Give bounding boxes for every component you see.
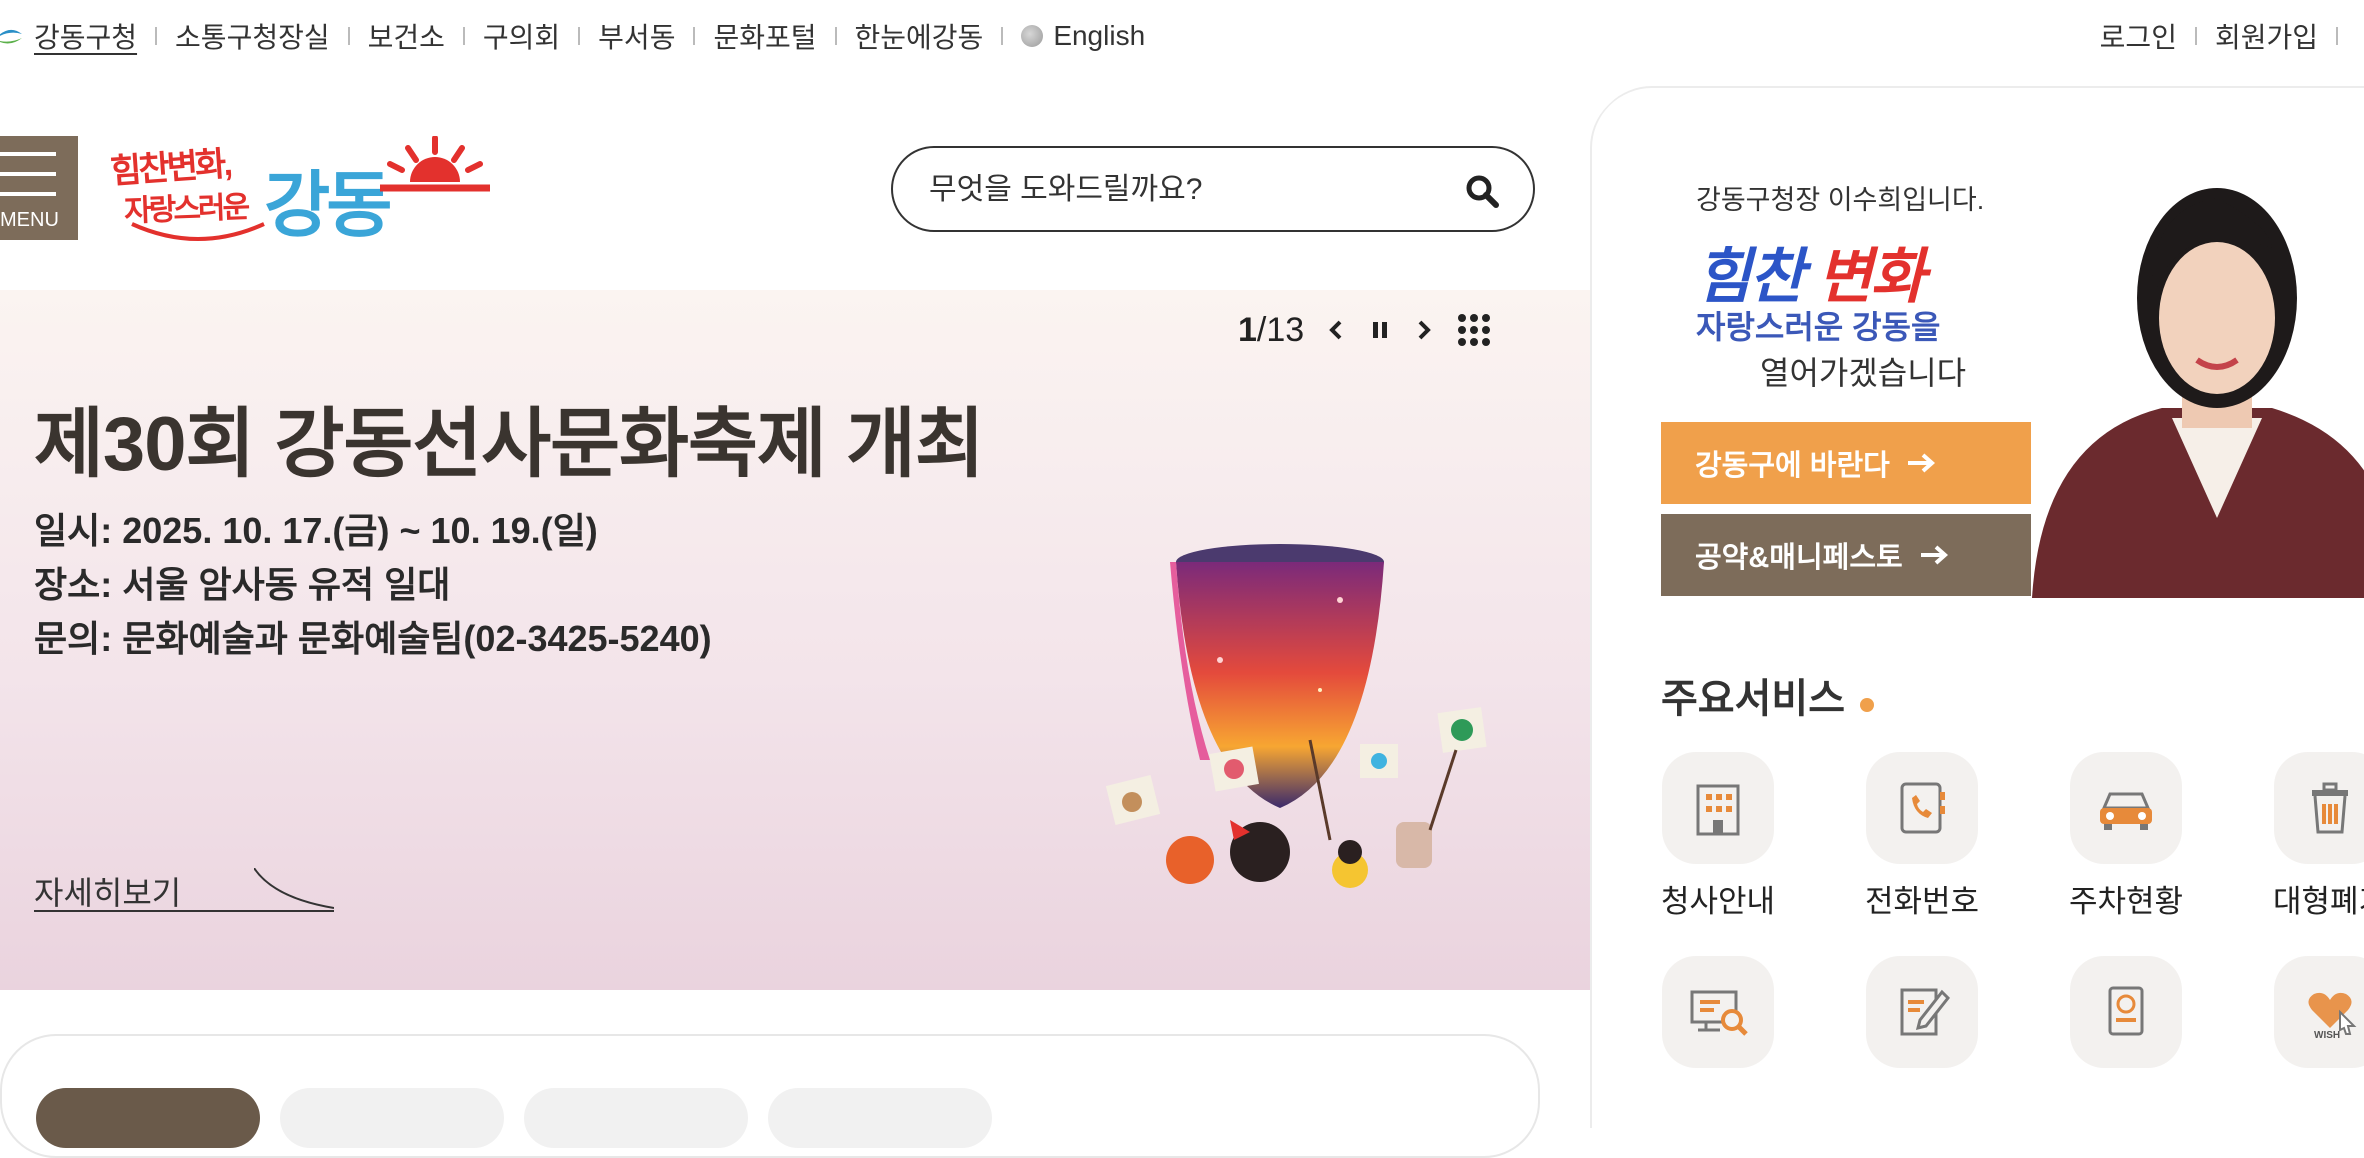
slide-current: 1 — [1238, 310, 1257, 349]
wish-button-label: 강동구에 바란다 — [1695, 450, 1890, 482]
nav-english[interactable]: English — [1021, 20, 1145, 52]
wish-to-gangdong-button[interactable]: 강동구에 바란다 — [1661, 422, 2031, 504]
hamburger-icon — [0, 152, 56, 156]
logo-smile-icon — [131, 222, 265, 241]
hero-place: 장소: 서울 암사동 유적 일대 — [34, 564, 451, 605]
document-edit-icon — [1866, 956, 1978, 1068]
nav-culture-portal[interactable]: 문화포털 — [713, 16, 816, 56]
nav-council[interactable]: 구의회 — [483, 16, 560, 56]
service-bulky-waste[interactable]: 대형폐기 — [2245, 752, 2364, 921]
hamburger-icon-bar — [0, 172, 56, 176]
separator — [462, 27, 465, 45]
mayor-panel: 강동구청장 이수희입니다. 힘찬 변화 자랑스러운 강동을 열어가겠습니다 강동… — [1592, 88, 2364, 1128]
utility-nav: 강동구청 소통구청장실 보건소 구의회 부서동 문화포털 한눈에강동 Engli… — [0, 0, 1145, 72]
nav-mayor-office[interactable]: 소통구청장실 — [175, 16, 330, 56]
menu-button[interactable]: MENU — [0, 136, 78, 240]
slogan-line-2: 자랑스러운 강동을 — [1696, 309, 1941, 345]
more-link-label: 자세히보기 — [34, 875, 182, 911]
swoosh-arrow-icon — [254, 868, 334, 909]
pause-slide-button[interactable] — [1362, 312, 1398, 348]
globe-icon — [1021, 25, 1044, 47]
nav-english-label: English — [1053, 20, 1146, 51]
nav-at-a-glance[interactable]: 한눈에강동 — [855, 16, 984, 56]
gangdong-logo-mark-icon — [0, 24, 24, 48]
service-building[interactable]: 청사안내 — [1633, 752, 1803, 921]
chevron-left-icon — [1329, 320, 1342, 340]
more-link[interactable]: 자세히보기 — [34, 868, 338, 912]
service-phone[interactable]: 전화번호 — [1837, 752, 2007, 921]
trash-bin-icon — [2274, 752, 2364, 864]
next-slide-button[interactable] — [1406, 312, 1442, 348]
pledge-manifesto-button[interactable]: 공약&매니페스토 — [1661, 514, 2031, 596]
logo-name: 강동 — [264, 166, 393, 246]
site-logo[interactable]: 힘찬변화, 자랑스러운 강동 — [108, 136, 490, 246]
account-nav: 로그인 회원가입 — [2100, 0, 2364, 72]
menu-label: MENU — [0, 209, 59, 231]
svg-text:WISH: WISH — [2314, 1030, 2340, 1041]
hamburger-icon-bar — [0, 192, 56, 196]
service-parking[interactable]: 주차현황 — [2041, 752, 2211, 921]
separator — [834, 27, 837, 45]
separator — [2336, 27, 2338, 45]
separator — [347, 27, 350, 45]
all-slides-button[interactable] — [1456, 312, 1492, 348]
nav-department[interactable]: 부서동 — [598, 16, 675, 56]
logo-sun-icon — [380, 136, 490, 192]
phone-book-icon — [1866, 752, 1978, 864]
service-passport[interactable] — [2041, 956, 2211, 1080]
more-link-underline — [34, 910, 334, 912]
chevron-right-icon — [1418, 320, 1432, 340]
hero-title: 제30회 강동선사문화축제 개최 — [34, 402, 985, 487]
slogan-word-1: 힘찬 — [1696, 243, 1804, 310]
service-label: 주차현황 — [2068, 884, 2184, 919]
service-wish[interactable]: WISH — [2245, 956, 2364, 1080]
festival-lantern-illustration — [1105, 544, 1487, 888]
service-label: 전화번호 — [1864, 884, 1980, 919]
arrow-right-icon — [1907, 453, 1935, 473]
separator — [693, 27, 696, 45]
tab[interactable] — [768, 1088, 992, 1148]
service-info-disclosure[interactable] — [1633, 956, 1803, 1080]
nav-gangdong-office[interactable]: 강동구청 — [34, 16, 137, 56]
service-label: 청사안내 — [1660, 884, 1776, 919]
separator — [578, 27, 581, 45]
login-link[interactable]: 로그인 — [2100, 16, 2177, 56]
services-title: 주요서비스 — [1661, 666, 1875, 724]
separator — [155, 27, 158, 45]
nav-health-center[interactable]: 보건소 — [368, 16, 445, 56]
mayor-greeting: 강동구청장 이수희입니다. — [1696, 185, 1985, 215]
service-label: 대형폐기 — [2272, 884, 2364, 919]
separator — [2194, 27, 2197, 45]
service-notice[interactable] — [1837, 956, 2007, 1080]
signup-link[interactable]: 회원가입 — [2215, 16, 2318, 56]
arrow-right-icon — [1920, 545, 1948, 565]
prev-slide-button[interactable] — [1318, 312, 1354, 348]
pledge-button-label: 공약&매니페스토 — [1695, 542, 1903, 574]
monitor-search-icon — [1662, 956, 1774, 1068]
hero-banner: 1 /13 제30회 강동선사문화축제 개최 일시: 2025. 10. 17.… — [0, 290, 1592, 990]
overflow-link[interactable] — [2356, 20, 2364, 52]
slide-total: /13 — [1256, 310, 1305, 349]
slide-pager: 1 /13 — [1238, 310, 1492, 350]
passport-icon — [2070, 956, 2182, 1068]
services-title-text: 주요서비스 — [1661, 677, 1845, 721]
search-box — [891, 146, 1535, 232]
hero-date: 일시: 2025. 10. 17.(금) ~ 10. 19.(일) — [34, 510, 598, 551]
search-icon[interactable] — [1465, 174, 1499, 208]
separator — [1001, 27, 1004, 45]
tab[interactable] — [280, 1088, 504, 1148]
car-icon — [2070, 752, 2182, 864]
building-icon — [1662, 752, 1774, 864]
search-input[interactable] — [927, 166, 1451, 214]
news-tab-card — [0, 1034, 1540, 1158]
orange-dot-icon — [1860, 698, 1875, 712]
wish-heart-icon: WISH — [2274, 956, 2364, 1068]
tab[interactable] — [524, 1088, 748, 1148]
slogan-line-3: 열어가겠습니다 — [1760, 355, 1967, 391]
slogan-word-2: 변화 — [1817, 243, 1925, 310]
tab-active[interactable] — [36, 1088, 260, 1148]
hero-contact: 문의: 문화예술과 문화예술팀(02-3425-5240) — [34, 618, 712, 659]
grid-dots-icon — [1458, 314, 1491, 346]
pause-icon — [1373, 322, 1388, 338]
